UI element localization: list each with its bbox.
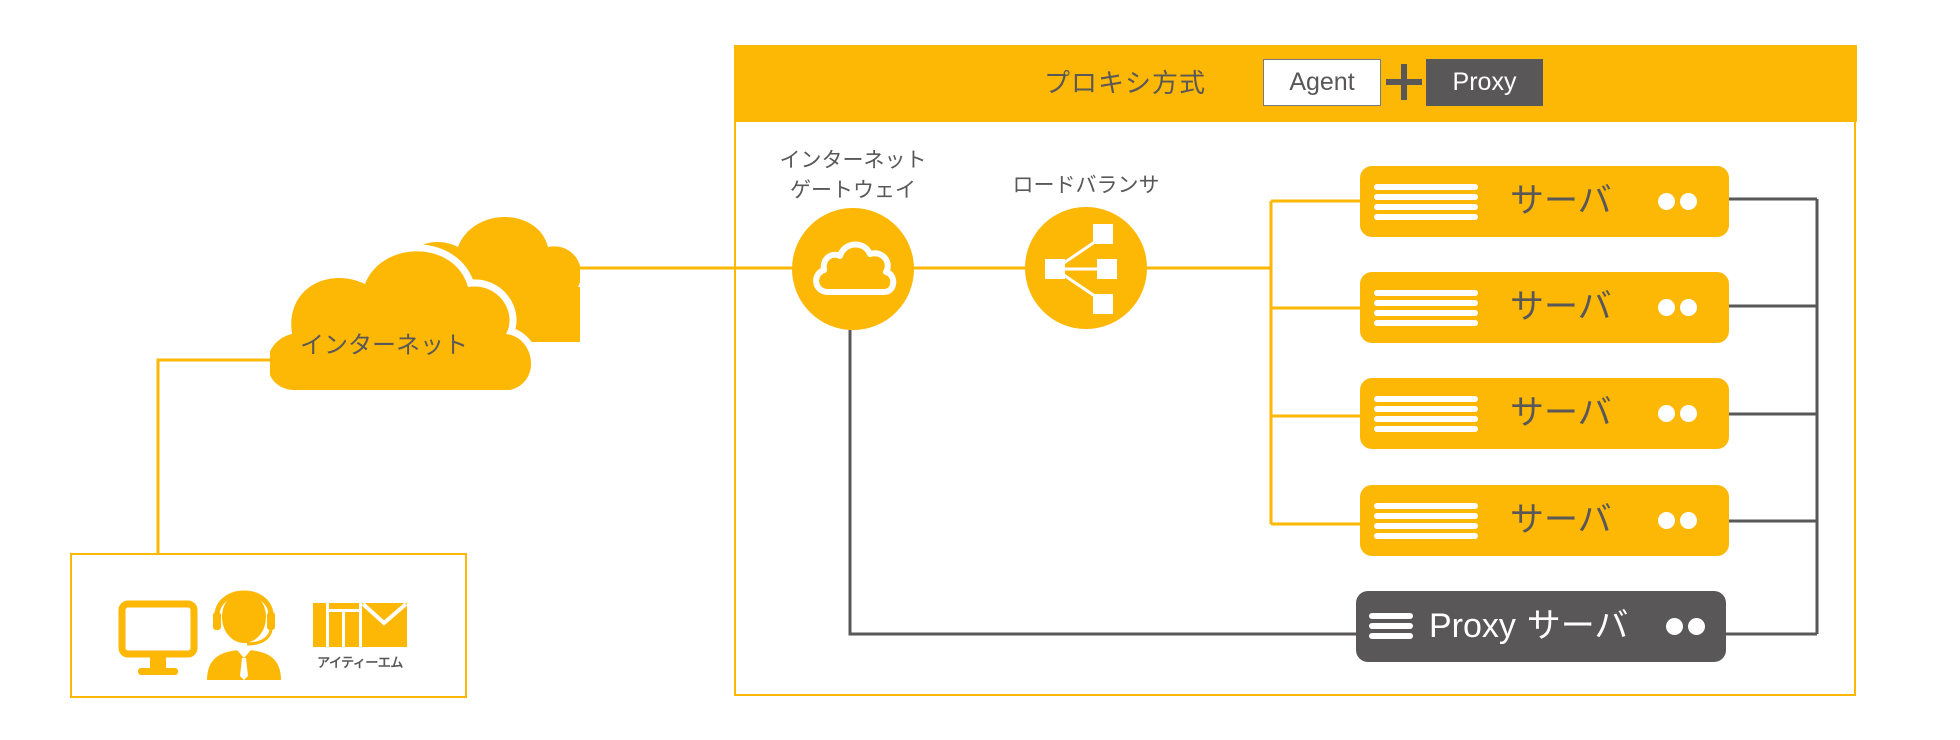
server-label: サーバ [1510,500,1612,540]
internet-gateway-node[interactable] [792,208,914,330]
proxy-badge: Proxy [1426,59,1543,106]
server-2[interactable]: サーバ [1360,272,1729,343]
proxy-server[interactable]: Proxy サーバ [1356,591,1726,662]
server-4[interactable]: サーバ [1360,485,1729,556]
cloud-icon [813,241,897,295]
load-balancer-node[interactable] [1025,207,1147,329]
status-dots-icon [1658,512,1702,530]
itm-logo-text: アイティーエム [317,656,403,671]
gateway-label: インターネット ゲートウェイ [770,145,936,205]
agent-badge: Agent [1263,59,1381,106]
gateway-label-line1: インターネット [779,148,927,172]
status-dots-icon [1658,193,1702,211]
agent-label: Agent [1289,68,1355,96]
plus-icon [1386,64,1422,100]
server-stripes-icon [1374,503,1478,539]
load-balancer-label: ロードバランサ [1012,173,1160,197]
wire-client-internet [156,358,285,553]
internet-cloud-icon [270,217,580,397]
internet-label: インターネット [300,331,468,359]
server-stripes-icon [1374,290,1478,326]
gateway-label-line2: ゲートウェイ [790,178,916,202]
monitor-icon [118,600,198,675]
server-stripes-icon [1374,396,1478,432]
header-title: プロキシ方式 [1044,69,1207,99]
server-3[interactable]: サーバ [1360,378,1729,449]
server-label: サーバ [1510,181,1612,221]
itm-logo-icon [313,603,407,647]
operator-headset-icon [207,590,281,680]
server-label: サーバ [1510,393,1612,433]
proxy-server-label-jp: サーバ [1526,606,1629,646]
status-dots-icon [1666,618,1710,636]
proxy-server-label-en: Proxy [1429,607,1516,645]
server-1[interactable]: サーバ [1360,166,1729,237]
server-stripes-icon [1369,613,1413,643]
load-balancer-icon [1045,224,1117,314]
proxy-label: Proxy [1452,68,1517,96]
proxy-server-label: Proxy サーバ [1429,603,1628,649]
status-dots-icon [1658,405,1702,423]
server-stripes-icon [1374,184,1478,220]
server-label: サーバ [1510,287,1612,327]
status-dots-icon [1658,299,1702,317]
